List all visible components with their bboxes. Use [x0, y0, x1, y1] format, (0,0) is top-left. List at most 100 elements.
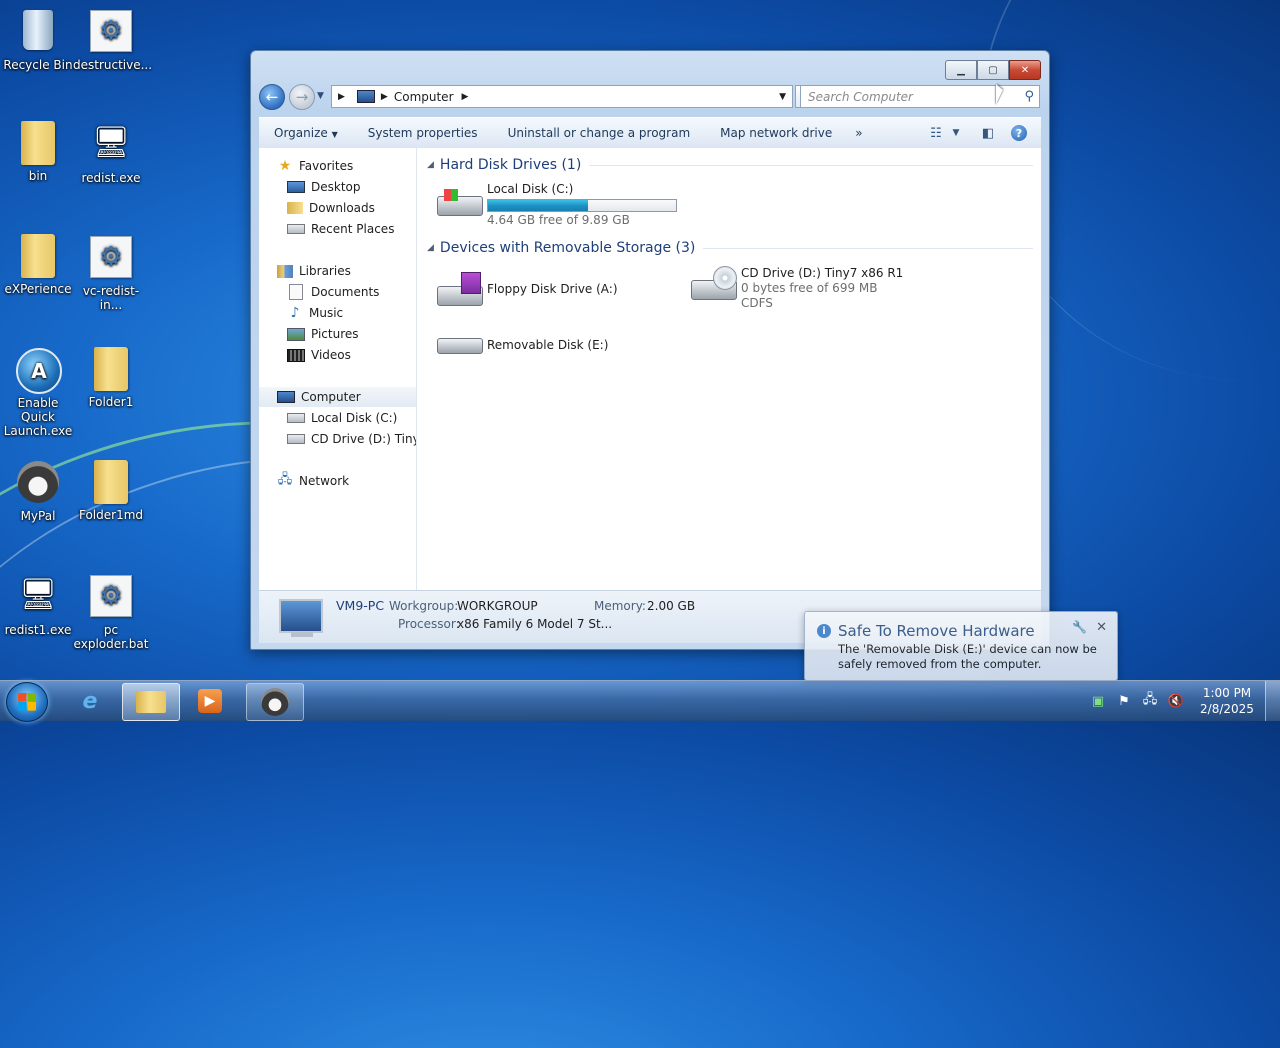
- nav-documents[interactable]: Documents: [287, 282, 379, 302]
- mouse-cursor: [996, 79, 1003, 105]
- drive-name: Local Disk (C:): [487, 182, 574, 196]
- recent-places-icon: [287, 224, 305, 234]
- nav-label: Favorites: [299, 159, 354, 173]
- desktop-icon-recycle-bin[interactable]: Recycle Bin: [0, 8, 76, 72]
- search-input[interactable]: Search Computer: [808, 90, 913, 104]
- help-icon[interactable]: ?: [1011, 125, 1027, 141]
- search-icon[interactable]: ⚲: [1024, 89, 1034, 104]
- nav-favorites[interactable]: ★ Favorites: [277, 156, 354, 176]
- downloads-folder-icon: [287, 202, 303, 214]
- organize-label: Organize: [274, 126, 328, 140]
- desktop-icon-pc-exploder[interactable]: ⚙ pc exploder.bat: [73, 573, 149, 651]
- forward-button[interactable]: →: [289, 84, 315, 110]
- view-options-dropdown-icon[interactable]: ▼: [949, 128, 963, 138]
- collapse-triangle-icon: ◢: [427, 160, 434, 170]
- nav-local-disk[interactable]: Local Disk (C:): [287, 408, 397, 428]
- notification-close-button[interactable]: ✕: [1096, 620, 1107, 635]
- show-desktop-button[interactable]: [1265, 681, 1280, 721]
- system-properties-button[interactable]: System properties: [353, 126, 493, 140]
- clock[interactable]: 1:00 PM 2/8/2025: [1189, 685, 1265, 717]
- desktop-icon-bin[interactable]: bin: [0, 121, 76, 183]
- internet-explorer-icon: e: [82, 688, 98, 714]
- close-button[interactable]: ✕: [1009, 60, 1041, 80]
- desktop-icon-label: eXPerience: [4, 282, 72, 296]
- desktop-icon-redist1[interactable]: 🖥 redist1.exe: [0, 573, 76, 638]
- raccoon-icon: [261, 688, 289, 716]
- libraries-icon: [277, 264, 293, 278]
- nav-music[interactable]: ♪ Music: [287, 303, 344, 323]
- search-box[interactable]: Search Computer ⚲: [800, 85, 1040, 108]
- chevron-down-icon: ▼: [331, 130, 338, 139]
- drive-floppy-a[interactable]: Floppy Disk Drive (A:): [435, 272, 618, 308]
- desktop-icon-label: redist.exe: [81, 171, 141, 185]
- address-bar[interactable]: ▶ ▶ Computer ▶ ▼: [331, 85, 793, 108]
- recycle-bin-icon: [23, 10, 53, 50]
- taskbar-windows-explorer[interactable]: [122, 683, 180, 721]
- settings-file-icon: ⚙: [90, 10, 132, 52]
- workgroup-value: WORKGROUP: [457, 599, 538, 613]
- desktop-icon-redist[interactable]: 🖥 redist.exe: [73, 121, 149, 186]
- drive-local-disk-c[interactable]: Local Disk (C:) 4.64 GB free of 9.89 GB: [435, 182, 677, 228]
- start-button[interactable]: [6, 682, 48, 722]
- windows-hard-drive-icon: [435, 182, 483, 218]
- group-header-removable-storage[interactable]: ◢ Devices with Removable Storage (3): [427, 238, 1033, 258]
- nav-libraries[interactable]: Libraries: [277, 261, 351, 281]
- desktop-icon-label: redist1.exe: [4, 623, 72, 637]
- nav-pictures[interactable]: Pictures: [287, 324, 359, 344]
- notification-balloon[interactable]: i Safe To Remove Hardware 🔧 ✕ The 'Remov…: [804, 611, 1118, 681]
- nav-desktop[interactable]: Desktop: [287, 177, 361, 197]
- maximize-button[interactable]: ▢: [977, 60, 1009, 80]
- nav-label: CD Drive (D:) Tiny7 x: [311, 432, 416, 446]
- desktop-icon-vc-redist[interactable]: ⚙ vc-redist-in...: [73, 234, 149, 312]
- recent-pages-dropdown[interactable]: ▼: [317, 91, 324, 101]
- drive-removable-e[interactable]: Removable Disk (E:): [435, 328, 608, 364]
- organize-button[interactable]: Organize ▼: [259, 126, 353, 140]
- arrow-left-icon: ←: [265, 88, 279, 106]
- disk-usage-fill: [488, 200, 588, 211]
- notification-options-icon[interactable]: 🔧: [1072, 620, 1087, 634]
- group-header-hard-disk-drives[interactable]: ◢ Hard Disk Drives (1): [427, 155, 1033, 175]
- computer-name: VM9-PC: [336, 598, 385, 613]
- back-button[interactable]: ←: [259, 84, 285, 110]
- nav-cd-drive[interactable]: CD Drive (D:) Tiny7 x: [287, 429, 416, 449]
- network-status-icon[interactable]: 🖧: [1137, 690, 1163, 712]
- nav-computer[interactable]: Computer: [259, 387, 416, 407]
- safely-remove-hardware-icon[interactable]: ▣: [1085, 694, 1111, 709]
- minimize-button[interactable]: ▁: [945, 60, 977, 80]
- navigation-pane: ★ Favorites Desktop Downloads Recent Plac…: [259, 148, 417, 590]
- computer-icon: [356, 90, 375, 103]
- breadcrumb-computer[interactable]: Computer: [394, 90, 454, 104]
- more-commands-button[interactable]: »: [847, 126, 870, 140]
- taskbar-media-player[interactable]: ▶: [182, 683, 238, 719]
- desktop-icon-enable-quick-launch[interactable]: A Enable Quick Launch.exe: [0, 347, 76, 438]
- chevron-right-icon[interactable]: ▶: [462, 92, 469, 102]
- nav-label: Music: [309, 306, 344, 320]
- explorer-window: ▁ ▢ ✕ ← → ▼ ▶ ▶ Computer ▶ ▼ ⇆ Search Co…: [250, 50, 1050, 650]
- drive-cd-d[interactable]: CD Drive (D:) Tiny7 x86 R1 0 bytes free …: [689, 266, 903, 311]
- hard-drive-icon: [287, 413, 305, 423]
- folder-icon: [21, 121, 55, 165]
- cd-drive-icon: [689, 266, 737, 302]
- nav-recent-places[interactable]: Recent Places: [287, 219, 394, 239]
- desktop-icon-folder1[interactable]: Folder1: [73, 347, 149, 409]
- desktop-icon-mypal[interactable]: MyPal: [0, 460, 76, 523]
- action-center-flag-icon[interactable]: ⚑: [1111, 694, 1137, 709]
- memory-value: 2.00 GB: [647, 599, 696, 613]
- volume-muted-icon[interactable]: 🔇: [1163, 694, 1189, 709]
- change-view-icon[interactable]: ☷: [923, 126, 949, 141]
- nav-label: Documents: [311, 285, 380, 299]
- preview-pane-icon[interactable]: ◧: [975, 126, 1001, 141]
- desktop-icon-folder1md[interactable]: Folder1md: [73, 460, 149, 522]
- uninstall-program-button[interactable]: Uninstall or change a program: [493, 126, 706, 140]
- desktop-icon-experience[interactable]: eXPerience: [0, 234, 76, 296]
- address-dropdown-icon[interactable]: ▼: [779, 92, 786, 102]
- desktop-icon-destructive[interactable]: ⚙ destructive...: [73, 8, 152, 72]
- map-network-drive-button[interactable]: Map network drive: [705, 126, 847, 140]
- taskbar-mypal[interactable]: [246, 683, 304, 721]
- nav-downloads[interactable]: Downloads: [287, 198, 375, 218]
- clock-time: 1:00 PM: [1202, 686, 1252, 700]
- taskbar-internet-explorer[interactable]: e: [62, 683, 118, 719]
- nav-videos[interactable]: Videos: [287, 345, 351, 365]
- nav-network[interactable]: 🖧 Network: [277, 471, 349, 491]
- desktop-icon-label: vc-redist-in...: [82, 284, 140, 312]
